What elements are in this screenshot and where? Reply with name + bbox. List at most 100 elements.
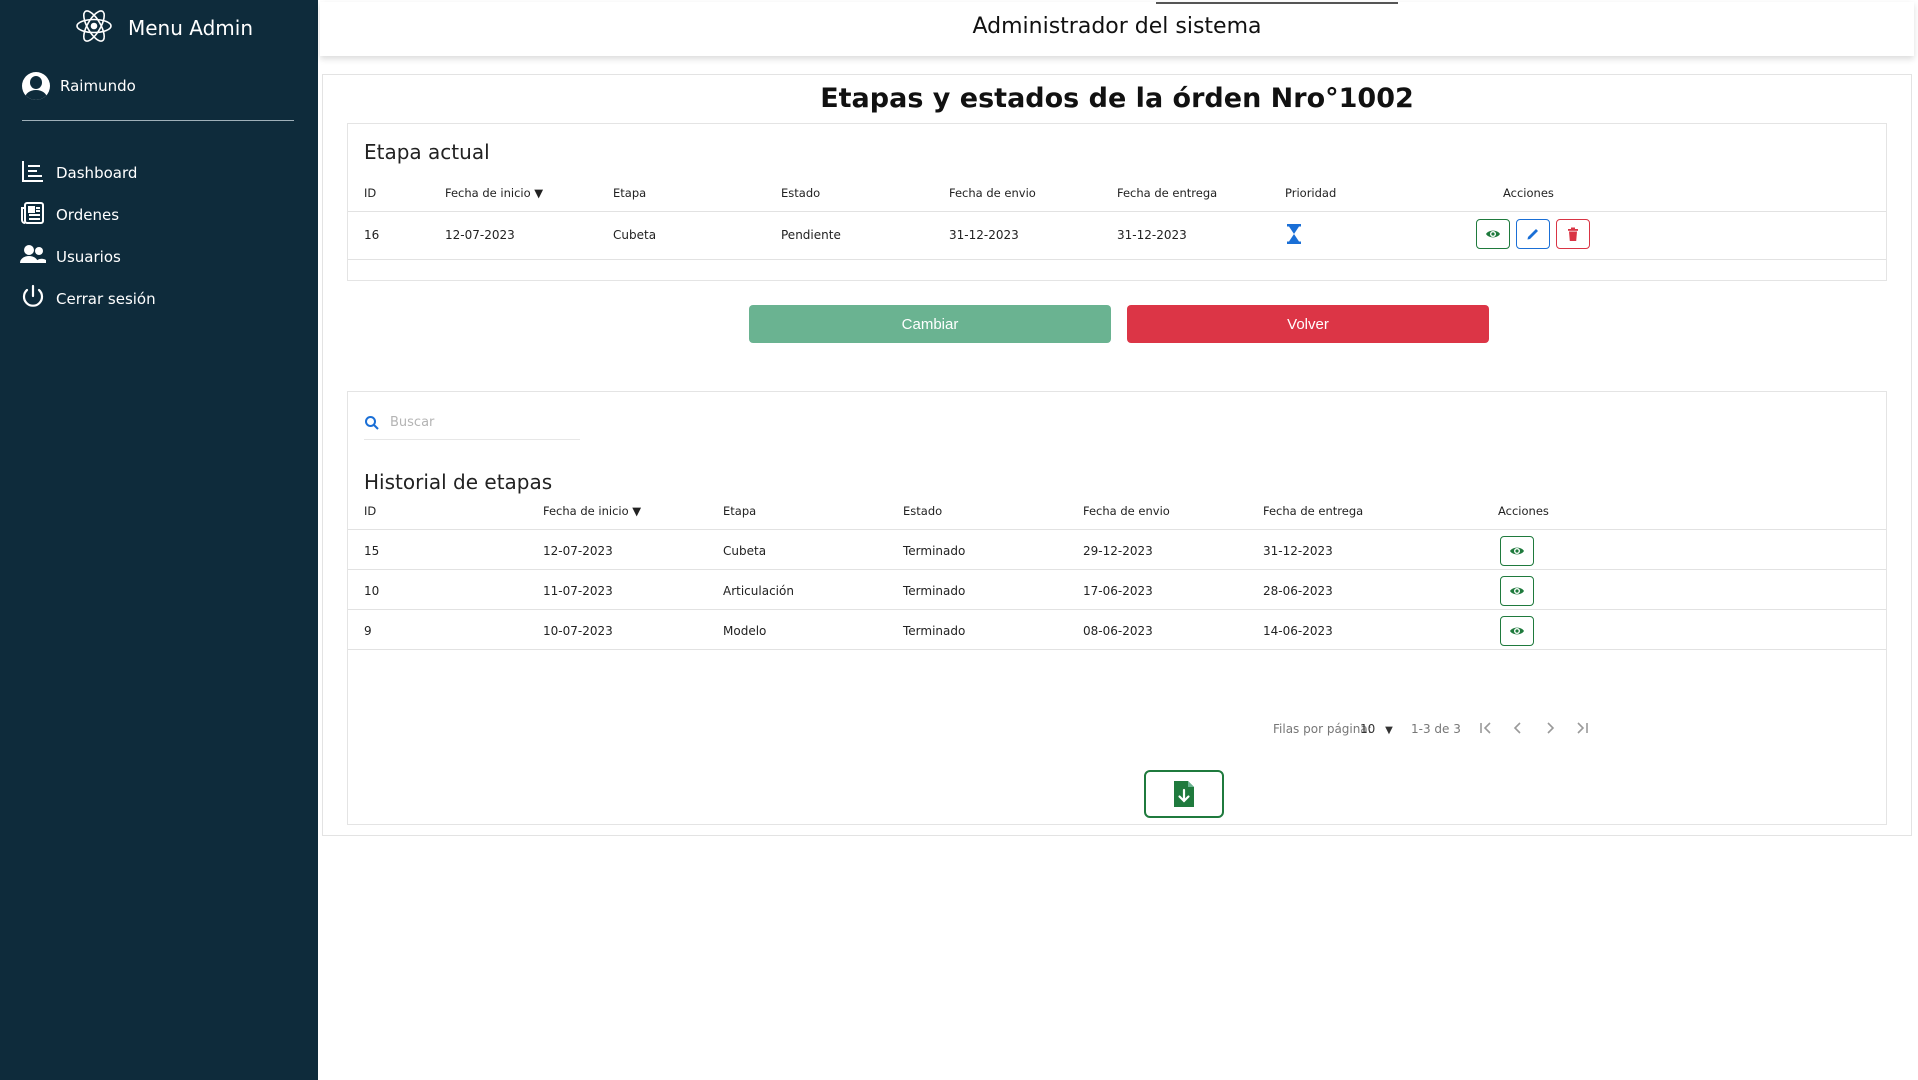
sidebar-divider [22,120,294,121]
cambiar-button[interactable]: Cambiar [749,305,1111,343]
table-row: 15 12-07-2023 Cubeta Terminado 29-12-202… [348,530,1886,570]
current-stage-card: Etapa actual ID Fecha de inicio ▼ Etapa … [347,123,1887,281]
cell-etapa: Cubeta [723,544,767,558]
table-row: 16 12-07-2023 Cubeta Pendiente 31-12-202… [348,212,1886,260]
cell-etapa: Cubeta [613,228,657,242]
first-page-icon[interactable] [1476,718,1496,738]
cell-fecha-entrega: 31-12-2023 [1263,544,1333,558]
next-page-icon[interactable] [1540,718,1560,738]
column-header-acciones: Acciones [1498,504,1549,518]
column-header-fecha-inicio[interactable]: Fecha de inicio ▼ [445,186,543,200]
column-header-id[interactable]: ID [364,504,376,518]
header-title: Administrador del sistema [972,14,1262,39]
eye-icon [1486,230,1500,238]
sidebar-nav: Dashboard Ordenes Usuarios Cerrar sesión [20,152,156,320]
pencil-icon [1527,229,1538,240]
column-header-fecha-inicio[interactable]: Fecha de inicio ▼ [543,504,641,518]
column-header-etapa[interactable]: Etapa [723,504,756,518]
brand[interactable]: Menu Admin [74,8,253,48]
search-box [364,406,580,440]
cell-fecha-envio: 31-12-2023 [949,228,1019,242]
sidebar-item-usuarios[interactable]: Usuarios [20,236,156,278]
sidebar: Menu Admin Raimundo Dashboard Ordenes Us… [0,0,318,1080]
edit-button[interactable] [1516,219,1550,249]
cell-fecha-envio: 08-06-2023 [1083,624,1153,638]
eye-icon [1510,587,1524,595]
cell-etapa: Modelo [723,624,767,638]
cell-id: 9 [364,624,372,638]
sidebar-item-ordenes[interactable]: Ordenes [20,194,156,236]
table-row: 10 11-07-2023 Articulación Terminado 17-… [348,570,1886,610]
column-header-fecha-envio[interactable]: Fecha de envio [1083,504,1170,518]
column-header-fecha-envio[interactable]: Fecha de envio [949,186,1036,200]
header-accent-line [1156,2,1398,4]
hourglass-icon [1286,224,1302,247]
list-icon [20,158,46,188]
cell-fecha-inicio: 10-07-2023 [543,624,613,638]
main-panel: Etapas y estados de la órden Nro°1002 Et… [322,74,1912,836]
cell-fecha-envio: 29-12-2023 [1083,544,1153,558]
cell-fecha-envio: 17-06-2023 [1083,584,1153,598]
cell-fecha-entrega: 28-06-2023 [1263,584,1333,598]
cell-id: 15 [364,544,380,558]
top-header: Administrador del sistema [320,2,1914,56]
table-header-row: ID Fecha de inicio ▼ Etapa Estado Fecha … [348,170,1886,212]
cell-estado: Terminado [903,624,966,638]
user-profile[interactable]: Raimundo [22,72,136,100]
eye-icon [1510,547,1524,555]
atom-icon [74,6,114,50]
view-button[interactable] [1500,576,1534,606]
export-file-button[interactable] [1144,770,1224,818]
sidebar-item-dashboard[interactable]: Dashboard [20,152,156,194]
sort-desc-icon: ▼ [534,186,544,200]
cell-fecha-inicio: 12-07-2023 [543,544,613,558]
users-icon [20,242,46,272]
column-header-fecha-entrega[interactable]: Fecha de entrega [1117,186,1217,200]
rows-per-page-label: Filas por página: [1273,722,1372,736]
current-stage-title: Etapa actual [364,140,490,164]
column-header-estado[interactable]: Estado [781,186,820,200]
view-button[interactable] [1476,219,1510,249]
column-header-etapa[interactable]: Etapa [613,186,646,200]
sort-desc-icon: ▼ [632,504,642,518]
brand-title: Menu Admin [128,16,254,40]
column-header-label: Fecha de inicio [543,504,629,518]
cell-estado: Terminado [903,544,966,558]
trash-icon [1568,227,1578,241]
rows-per-page-value: 10 [1360,722,1376,736]
sidebar-item-label: Dashboard [56,164,138,182]
cell-fecha-inicio: 11-07-2023 [543,584,613,598]
search-input[interactable] [390,415,560,430]
avatar [22,72,50,100]
sidebar-item-cerrar-sesion[interactable]: Cerrar sesión [20,278,156,320]
view-button[interactable] [1500,536,1534,566]
column-header-id[interactable]: ID [364,186,376,200]
user-name: Raimundo [60,77,136,95]
volver-button[interactable]: Volver [1127,305,1489,343]
column-header-label: Fecha de inicio [445,186,531,200]
column-header-acciones: Acciones [1503,186,1554,200]
cell-fecha-entrega: 14-06-2023 [1263,624,1333,638]
search-icon [365,415,379,430]
table-header-row: ID Fecha de inicio ▼ Etapa Estado Fecha … [348,488,1886,530]
rows-per-page-select[interactable]: 10 ▼ [1360,722,1393,736]
history-card: Historial de etapas ID Fecha de inicio ▼… [347,391,1887,825]
cell-fecha-entrega: 31-12-2023 [1117,228,1187,242]
cell-estado: Terminado [903,584,966,598]
column-header-prioridad[interactable]: Prioridad [1285,186,1336,200]
eye-icon [1510,627,1524,635]
view-button[interactable] [1500,616,1534,646]
caret-down-icon: ▼ [1385,725,1393,736]
last-page-icon[interactable] [1572,718,1592,738]
sidebar-item-label: Cerrar sesión [56,290,156,308]
column-header-fecha-entrega[interactable]: Fecha de entrega [1263,504,1363,518]
pagination-range: 1-3 de 3 [1411,722,1461,736]
cell-estado: Pendiente [781,228,841,242]
newspaper-icon [20,200,46,230]
table-row: 9 10-07-2023 Modelo Terminado 08-06-2023… [348,610,1886,650]
delete-button[interactable] [1556,219,1590,249]
column-header-estado[interactable]: Estado [903,504,942,518]
cell-etapa: Articulación [723,584,794,598]
prev-page-icon[interactable] [1508,718,1528,738]
cell-fecha-inicio: 12-07-2023 [445,228,515,242]
